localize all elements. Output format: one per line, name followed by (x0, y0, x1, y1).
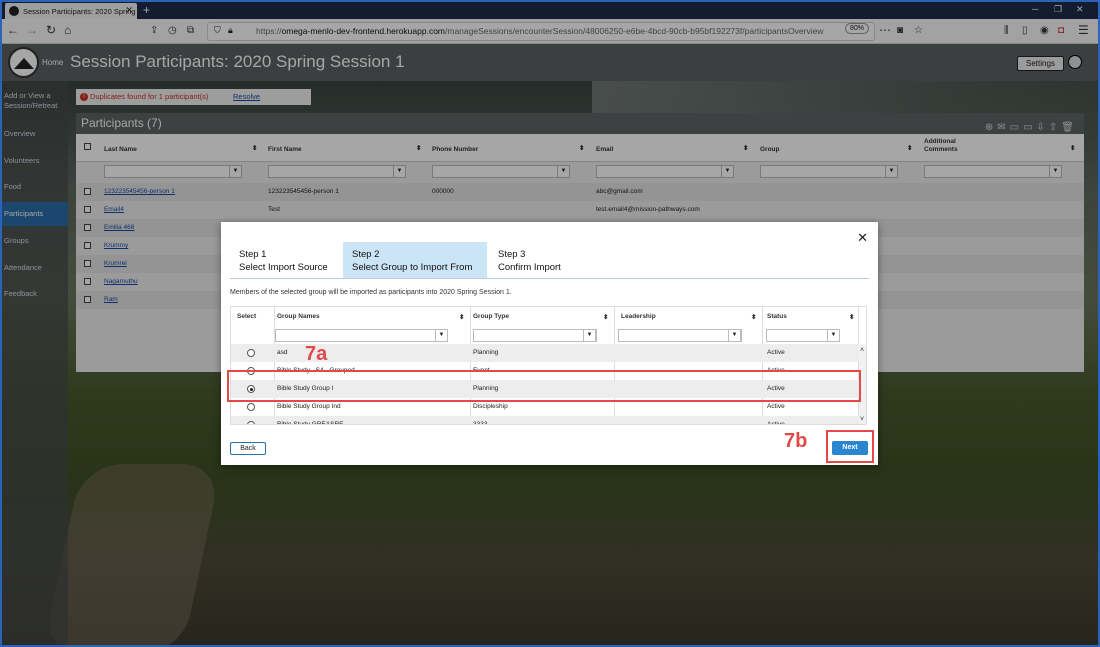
sort-icon[interactable]: ⬍ (603, 313, 608, 321)
filter-input[interactable] (275, 329, 445, 342)
step-label: Select Import Source (239, 262, 328, 273)
filter-input[interactable] (618, 329, 742, 342)
close-icon[interactable]: ✕ (857, 230, 868, 246)
filter-icon[interactable]: ▼ (728, 329, 741, 342)
column-header-select: Select (237, 313, 257, 320)
column-header-status[interactable]: Status (767, 313, 787, 320)
filter-icon[interactable]: ▼ (435, 329, 448, 342)
column-header-group-names[interactable]: Group Names (277, 313, 320, 320)
group-status: Active (767, 349, 785, 356)
step-2-tab[interactable]: Step 2 Select Group to Import From (343, 242, 487, 278)
group-type: 3333 (473, 421, 488, 425)
filter-input[interactable] (473, 329, 597, 342)
step-number: Step 3 (498, 249, 526, 260)
column-header-leadership[interactable]: Leadership (621, 313, 656, 320)
back-button[interactable]: Back (230, 442, 266, 455)
scroll-up-icon[interactable]: ˄ (860, 347, 864, 354)
scroll-down-icon[interactable]: ˅ (860, 416, 864, 423)
annotation-label-7a: 7a (305, 343, 328, 365)
annotation-label-7b: 7b (784, 430, 808, 452)
step-divider (230, 278, 869, 279)
sort-icon[interactable]: ⬍ (459, 313, 464, 321)
sort-icon[interactable]: ⬍ (849, 313, 854, 321)
import-instruction: Members of the selected group will be im… (230, 289, 512, 296)
group-type: Planning (473, 349, 499, 356)
column-header-group-type[interactable]: Group Type (473, 313, 509, 320)
group-status: Active (767, 421, 785, 425)
step-number: Step 1 (239, 249, 267, 260)
filter-input[interactable] (766, 329, 828, 342)
step-label: Confirm Import (498, 262, 561, 273)
filter-icon[interactable]: ▼ (583, 329, 596, 342)
step-label: Select Group to Import From (352, 262, 473, 273)
group-name: Bible Study GREASRE (277, 421, 344, 425)
step-1-tab[interactable]: Step 1 Select Import Source (230, 242, 342, 278)
annotation-highlight-selected-group (227, 370, 861, 402)
sort-icon[interactable]: ⬍ (751, 313, 756, 321)
step-3-tab[interactable]: Step 3 Confirm Import (489, 242, 599, 278)
group-radio[interactable] (247, 421, 255, 424)
step-number: Step 2 (352, 249, 380, 260)
group-radio[interactable] (247, 403, 255, 411)
filter-icon[interactable]: ▼ (827, 329, 840, 342)
annotation-highlight-next (826, 430, 874, 463)
group-name: asd (277, 349, 288, 356)
group-radio[interactable] (247, 349, 255, 357)
table-row[interactable]: Bible Study GREASRE 3333 Active (231, 416, 859, 425)
